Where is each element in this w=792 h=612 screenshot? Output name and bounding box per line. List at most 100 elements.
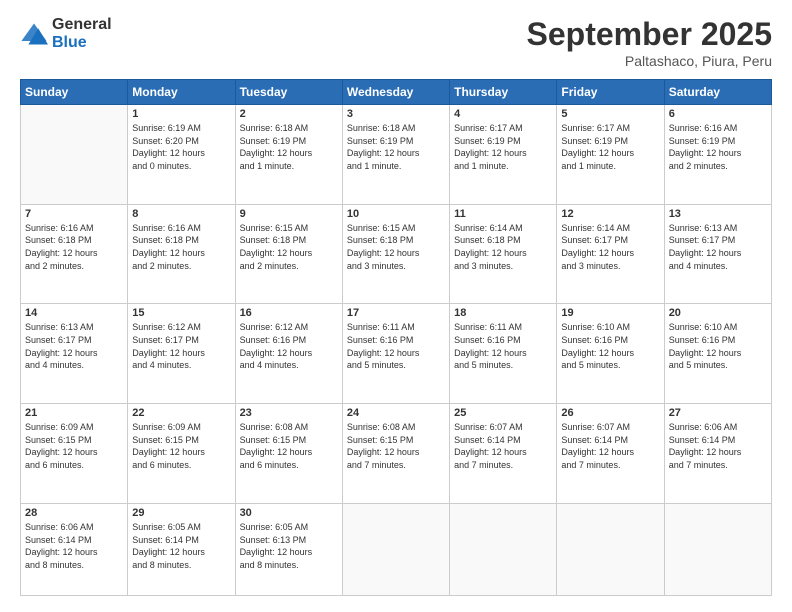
day-number: 13 bbox=[669, 208, 767, 220]
col-saturday: Saturday bbox=[664, 80, 771, 105]
day-number: 6 bbox=[669, 108, 767, 120]
day-cell: 6 Sunrise: 6:16 AMSunset: 6:19 PMDaylight… bbox=[664, 105, 771, 205]
day-number: 21 bbox=[25, 407, 123, 419]
header: General Blue September 2025 Paltashaco, … bbox=[20, 16, 772, 69]
day-info: Sunrise: 6:07 AMSunset: 6:14 PMDaylight:… bbox=[561, 421, 659, 471]
day-info: Sunrise: 6:17 AMSunset: 6:19 PMDaylight:… bbox=[454, 122, 552, 172]
day-info: Sunrise: 6:08 AMSunset: 6:15 PMDaylight:… bbox=[240, 421, 338, 471]
day-info: Sunrise: 6:14 AMSunset: 6:18 PMDaylight:… bbox=[454, 222, 552, 272]
day-cell: 22Sunrise: 6:09 AMSunset: 6:15 PMDayligh… bbox=[128, 404, 235, 504]
day-number: 12 bbox=[561, 208, 659, 220]
day-cell: 28 Sunrise: 6:06 AMSunset: 6:14 PMDayligh… bbox=[21, 503, 128, 595]
day-info: Sunrise: 6:13 AMSunset: 6:17 PMDaylight:… bbox=[25, 321, 123, 371]
day-info: Sunrise: 6:07 AMSunset: 6:14 PMDaylight:… bbox=[454, 421, 552, 471]
day-number: 26 bbox=[561, 407, 659, 419]
month-title: September 2025 bbox=[527, 16, 772, 53]
col-tuesday: Tuesday bbox=[235, 80, 342, 105]
day-info: Sunrise: 6:10 AMSunset: 6:16 PMDaylight:… bbox=[669, 321, 767, 371]
day-number: 19 bbox=[561, 307, 659, 319]
day-number: 23 bbox=[240, 407, 338, 419]
col-thursday: Thursday bbox=[450, 80, 557, 105]
calendar-header-row: Sunday Monday Tuesday Wednesday Thursday… bbox=[21, 80, 772, 105]
title-section: September 2025 Paltashaco, Piura, Peru bbox=[527, 16, 772, 69]
day-cell: 12 Sunrise: 6:14 AMSunset: 6:17 PMDayligh… bbox=[557, 204, 664, 304]
day-info: Sunrise: 6:12 AMSunset: 6:17 PMDaylight:… bbox=[132, 321, 230, 371]
day-cell: 16 Sunrise: 6:12 AMSunset: 6:16 PMDayligh… bbox=[235, 304, 342, 404]
day-cell: 1Sunrise: 6:19 AMSunset: 6:20 PMDaylight… bbox=[128, 105, 235, 205]
col-friday: Friday bbox=[557, 80, 664, 105]
day-number: 17 bbox=[347, 307, 445, 319]
day-info: Sunrise: 6:11 AMSunset: 6:16 PMDaylight:… bbox=[454, 321, 552, 371]
day-cell bbox=[21, 105, 128, 205]
day-cell: 21 Sunrise: 6:09 AMSunset: 6:15 PMDayligh… bbox=[21, 404, 128, 504]
location-subtitle: Paltashaco, Piura, Peru bbox=[527, 53, 772, 69]
day-number: 2 bbox=[240, 108, 338, 120]
day-number: 14 bbox=[25, 307, 123, 319]
day-number: 29 bbox=[132, 507, 230, 519]
logo-icon bbox=[20, 20, 48, 48]
day-number: 7 bbox=[25, 208, 123, 220]
day-info: Sunrise: 6:13 AMSunset: 6:17 PMDaylight:… bbox=[669, 222, 767, 272]
day-number: 16 bbox=[240, 307, 338, 319]
week-row-1: 1Sunrise: 6:19 AMSunset: 6:20 PMDaylight… bbox=[21, 105, 772, 205]
day-info: Sunrise: 6:10 AMSunset: 6:16 PMDaylight:… bbox=[561, 321, 659, 371]
week-row-5: 28 Sunrise: 6:06 AMSunset: 6:14 PMDayligh… bbox=[21, 503, 772, 595]
logo: General Blue bbox=[20, 16, 112, 51]
day-info: Sunrise: 6:19 AMSunset: 6:20 PMDaylight:… bbox=[132, 122, 230, 172]
day-cell: 2 Sunrise: 6:18 AMSunset: 6:19 PMDaylight… bbox=[235, 105, 342, 205]
day-number: 18 bbox=[454, 307, 552, 319]
day-number: 10 bbox=[347, 208, 445, 220]
day-info: Sunrise: 6:18 AMSunset: 6:19 PMDaylight:… bbox=[240, 122, 338, 172]
day-cell: 20 Sunrise: 6:10 AMSunset: 6:16 PMDayligh… bbox=[664, 304, 771, 404]
day-info: Sunrise: 6:17 AMSunset: 6:19 PMDaylight:… bbox=[561, 122, 659, 172]
day-cell: 24 Sunrise: 6:08 AMSunset: 6:15 PMDayligh… bbox=[342, 404, 449, 504]
day-cell: 11 Sunrise: 6:14 AMSunset: 6:18 PMDayligh… bbox=[450, 204, 557, 304]
calendar-table: Sunday Monday Tuesday Wednesday Thursday… bbox=[20, 79, 772, 596]
col-wednesday: Wednesday bbox=[342, 80, 449, 105]
day-number: 9 bbox=[240, 208, 338, 220]
day-cell: 26 Sunrise: 6:07 AMSunset: 6:14 PMDayligh… bbox=[557, 404, 664, 504]
day-info: Sunrise: 6:12 AMSunset: 6:16 PMDaylight:… bbox=[240, 321, 338, 371]
day-number: 11 bbox=[454, 208, 552, 220]
day-cell: 29Sunrise: 6:05 AMSunset: 6:14 PMDayligh… bbox=[128, 503, 235, 595]
day-info: Sunrise: 6:15 AMSunset: 6:18 PMDaylight:… bbox=[240, 222, 338, 272]
col-sunday: Sunday bbox=[21, 80, 128, 105]
day-info: Sunrise: 6:15 AMSunset: 6:18 PMDaylight:… bbox=[347, 222, 445, 272]
day-info: Sunrise: 6:16 AMSunset: 6:19 PMDaylight:… bbox=[669, 122, 767, 172]
day-cell: 4Sunrise: 6:17 AMSunset: 6:19 PMDaylight… bbox=[450, 105, 557, 205]
day-info: Sunrise: 6:11 AMSunset: 6:16 PMDaylight:… bbox=[347, 321, 445, 371]
week-row-4: 21 Sunrise: 6:09 AMSunset: 6:15 PMDayligh… bbox=[21, 404, 772, 504]
day-cell bbox=[342, 503, 449, 595]
day-cell: 25Sunrise: 6:07 AMSunset: 6:14 PMDayligh… bbox=[450, 404, 557, 504]
day-cell bbox=[557, 503, 664, 595]
day-info: Sunrise: 6:06 AMSunset: 6:14 PMDaylight:… bbox=[669, 421, 767, 471]
page: General Blue September 2025 Paltashaco, … bbox=[0, 0, 792, 612]
logo-blue-text: Blue bbox=[52, 34, 112, 52]
day-number: 20 bbox=[669, 307, 767, 319]
day-info: Sunrise: 6:16 AMSunset: 6:18 PMDaylight:… bbox=[25, 222, 123, 272]
day-cell: 5Sunrise: 6:17 AMSunset: 6:19 PMDaylight… bbox=[557, 105, 664, 205]
day-cell: 3Sunrise: 6:18 AMSunset: 6:19 PMDaylight… bbox=[342, 105, 449, 205]
day-number: 24 bbox=[347, 407, 445, 419]
day-number: 30 bbox=[240, 507, 338, 519]
day-cell: 19 Sunrise: 6:10 AMSunset: 6:16 PMDayligh… bbox=[557, 304, 664, 404]
day-number: 8 bbox=[132, 208, 230, 220]
day-cell: 30 Sunrise: 6:05 AMSunset: 6:13 PMDayligh… bbox=[235, 503, 342, 595]
day-info: Sunrise: 6:14 AMSunset: 6:17 PMDaylight:… bbox=[561, 222, 659, 272]
day-cell: 27Sunrise: 6:06 AMSunset: 6:14 PMDayligh… bbox=[664, 404, 771, 504]
day-cell bbox=[450, 503, 557, 595]
day-cell: 15Sunrise: 6:12 AMSunset: 6:17 PMDayligh… bbox=[128, 304, 235, 404]
day-cell: 8Sunrise: 6:16 AMSunset: 6:18 PMDaylight… bbox=[128, 204, 235, 304]
logo-general-text: General bbox=[52, 16, 112, 34]
day-number: 28 bbox=[25, 507, 123, 519]
day-cell: 10 Sunrise: 6:15 AMSunset: 6:18 PMDayligh… bbox=[342, 204, 449, 304]
day-cell: 18 Sunrise: 6:11 AMSunset: 6:16 PMDayligh… bbox=[450, 304, 557, 404]
day-info: Sunrise: 6:06 AMSunset: 6:14 PMDaylight:… bbox=[25, 521, 123, 571]
day-info: Sunrise: 6:08 AMSunset: 6:15 PMDaylight:… bbox=[347, 421, 445, 471]
week-row-2: 7 Sunrise: 6:16 AMSunset: 6:18 PMDaylight… bbox=[21, 204, 772, 304]
day-info: Sunrise: 6:09 AMSunset: 6:15 PMDaylight:… bbox=[25, 421, 123, 471]
day-info: Sunrise: 6:05 AMSunset: 6:13 PMDaylight:… bbox=[240, 521, 338, 571]
logo-text: General Blue bbox=[52, 16, 112, 51]
day-cell: 14 Sunrise: 6:13 AMSunset: 6:17 PMDayligh… bbox=[21, 304, 128, 404]
col-monday: Monday bbox=[128, 80, 235, 105]
